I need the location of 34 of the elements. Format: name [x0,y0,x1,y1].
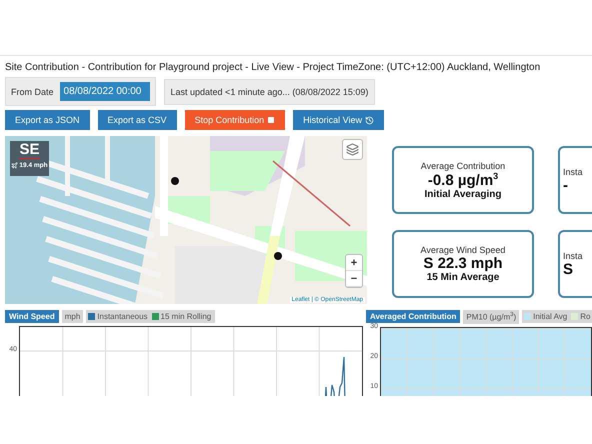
legend-label: Instantaneous [97,312,148,321]
stop-square-icon [267,116,276,124]
unit-label: PM10 (µg/m$^{3}$) [463,310,520,324]
stat-note: Initial Averaging [424,188,502,200]
zoom-in-button[interactable]: + [346,255,362,271]
legend-label: Initial Avg [533,312,568,322]
action-button[interactable]: Export as CSV [98,110,177,130]
layers-icon [346,143,359,156]
stat-value: S [563,260,574,278]
plane-icon [11,162,18,169]
legend-label: Ro [580,312,590,322]
history-icon [364,116,374,124]
last-updated-status: Last updated <1 minute ago... (08/08/2022 15:09) [164,78,376,104]
page-title: Site Contribution - Contribution for Playground project - Live View - Project TimeZone: (UTC+12:00) Auckland, Wellington [5,62,542,73]
layers-button[interactable] [342,139,363,160]
stat-note: 15 Min Average [426,272,500,283]
stat-label: Average Wind Speed [420,245,506,255]
unit-label: mph [62,310,84,323]
stat-value: S 22.3 mph [423,255,503,272]
zoom-out-button[interactable]: − [346,271,362,287]
chart-tab[interactable]: Averaged Contribution [366,310,460,324]
stat-value: - [563,176,568,194]
stop-button[interactable]: Stop Contribution [184,110,286,130]
stat-label: Average Contribution [420,160,506,170]
from-date-label: From Date [11,86,54,96]
chart-tab[interactable]: Wind Speed [5,310,59,323]
stat-label: Insta [563,166,583,176]
action-button[interactable]: Historical View [293,110,384,130]
stat-label: Insta [563,250,583,260]
wind-direction: SE [19,141,40,159]
stat-value: -0.8 µg/m$^{3}$ [428,170,498,188]
action-button[interactable]: Export as JSON [5,110,90,130]
date-input-field[interactable]: 08/08/2022 00:00 [60,82,150,101]
legend-label: 15 min Rolling [160,312,212,321]
